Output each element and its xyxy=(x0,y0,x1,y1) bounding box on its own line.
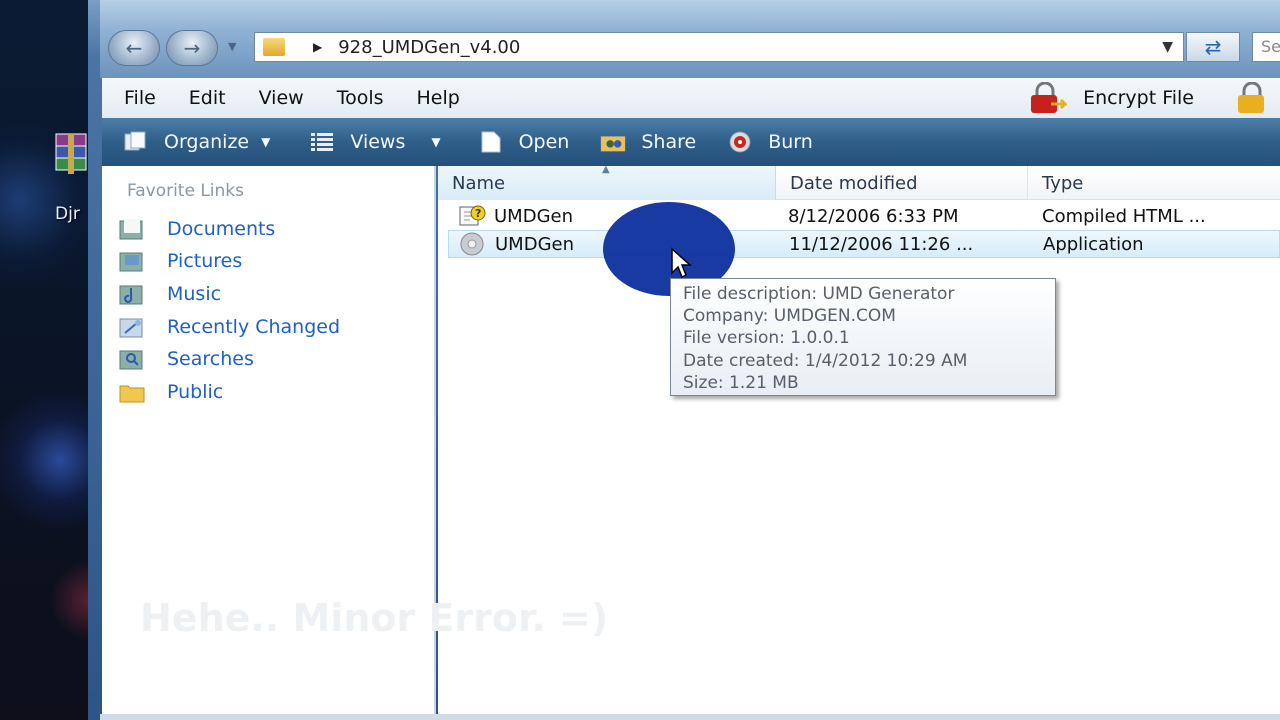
sort-arrow-icon: ▲ xyxy=(602,164,610,175)
nav-link-label: Recently Changed xyxy=(167,316,341,338)
column-name-label: Name xyxy=(452,172,506,194)
tooltip-description: File description: UMD Generator xyxy=(683,284,955,304)
chevron-down-icon: ▼ xyxy=(431,135,441,149)
nav-link-recently-changed[interactable]: Recently Changed xyxy=(116,312,340,342)
encrypt-file-button[interactable]: Encrypt File xyxy=(1027,82,1194,114)
window-bottom-edge xyxy=(100,714,1280,720)
file-type: Application xyxy=(1043,233,1144,255)
breadcrumb-arrow-icon[interactable]: ▶ xyxy=(313,40,322,54)
application-icon xyxy=(455,232,489,256)
recently-changed-icon xyxy=(116,314,148,340)
file-row-selected[interactable]: UMDGen 11/12/2006 11:26 ... Application xyxy=(448,230,1280,258)
desktop-icon-label[interactable]: Djr xyxy=(55,204,80,224)
encrypt-file-label: Encrypt File xyxy=(1083,87,1194,109)
back-arrow-icon: ← xyxy=(125,36,143,60)
open-button[interactable]: Open xyxy=(477,130,570,154)
forward-arrow-icon: → xyxy=(183,36,201,60)
command-toolbar: Organize ▼ Views ▼ Open Share Burn xyxy=(102,118,1280,166)
views-icon xyxy=(308,130,336,154)
tooltip-date-created: Date created: 1/4/2012 10:29 AM xyxy=(683,350,968,371)
desktop-background: Djr xyxy=(0,0,100,720)
open-label: Open xyxy=(518,131,570,153)
column-type-label: Type xyxy=(1042,172,1084,194)
file-info-tooltip: File description: UMD Generator Company:… xyxy=(670,278,1056,396)
tooltip-version: File version: 1.0.0.1 xyxy=(683,328,850,349)
burn-button[interactable]: Burn xyxy=(726,130,813,154)
share-label: Share xyxy=(641,131,697,153)
chevron-down-icon: ▼ xyxy=(261,135,271,149)
nav-link-searches[interactable]: Searches xyxy=(116,344,254,374)
share-button[interactable]: Share xyxy=(599,130,696,154)
pictures-icon xyxy=(116,248,148,274)
lock-icon xyxy=(1031,82,1068,113)
tooltip-company: Company: UMDGEN.COM xyxy=(683,306,896,327)
public-folder-icon xyxy=(116,379,148,405)
decrypt-lock-icon[interactable] xyxy=(1232,82,1276,114)
nav-link-music[interactable]: Music xyxy=(116,279,221,309)
video-caption-watermark: Hehe.. Minor Error. =) xyxy=(140,596,609,640)
tooltip-size: Size: 1.21 MB xyxy=(683,372,799,393)
search-input[interactable]: Se xyxy=(1252,32,1280,62)
menu-tools[interactable]: Tools xyxy=(337,87,384,109)
nav-link-pictures[interactable]: Pictures xyxy=(116,246,242,276)
burn-label: Burn xyxy=(768,131,813,153)
refresh-button[interactable]: ⇄ xyxy=(1186,32,1240,62)
documents-icon xyxy=(116,216,148,242)
address-bar[interactable]: ▶ 928_UMDGen_v4.00 ▼ xyxy=(254,32,1184,62)
views-label: Views xyxy=(350,131,406,153)
organize-label: Organize xyxy=(164,131,250,153)
burn-icon xyxy=(726,130,754,154)
nav-link-label: Pictures xyxy=(167,250,243,272)
mouse-cursor-icon xyxy=(671,247,692,279)
music-icon xyxy=(116,281,148,307)
recent-pages-dropdown[interactable]: ▼ xyxy=(228,40,236,53)
menu-help[interactable]: Help xyxy=(417,87,460,109)
open-icon xyxy=(477,130,505,154)
help-file-icon: ? xyxy=(454,204,488,228)
nav-link-label: Documents xyxy=(167,218,276,240)
menu-file[interactable]: File xyxy=(124,87,156,109)
nav-link-public[interactable]: Public xyxy=(116,377,223,407)
svg-text:?: ? xyxy=(475,207,481,220)
address-path[interactable]: 928_UMDGen_v4.00 xyxy=(338,37,520,58)
column-name[interactable]: ▲ Name xyxy=(438,164,776,200)
nav-link-label: Public xyxy=(167,381,224,403)
folder-icon xyxy=(263,38,285,56)
file-date: 11/12/2006 11:26 ... xyxy=(789,233,974,255)
menu-view[interactable]: View xyxy=(259,87,304,109)
column-date-label: Date modified xyxy=(790,172,918,194)
organize-button[interactable]: Organize ▼ xyxy=(122,130,270,154)
searches-icon xyxy=(116,346,148,372)
column-type[interactable]: Type xyxy=(1028,166,1280,200)
forward-button[interactable]: → xyxy=(166,30,218,66)
file-date: 8/12/2006 6:33 PM xyxy=(788,205,959,227)
nav-link-documents[interactable]: Documents xyxy=(116,214,275,244)
column-header-row: ▲ Name Date modified Type xyxy=(438,164,1280,200)
menu-bar: File Edit View Tools Help Encrypt File xyxy=(102,78,1280,118)
share-icon xyxy=(599,130,627,154)
nav-link-label: Music xyxy=(167,283,222,305)
address-dropdown-icon[interactable]: ▼ xyxy=(1162,39,1173,55)
nav-link-label: Searches xyxy=(167,348,254,370)
favorite-links-title: Favorite Links xyxy=(127,181,245,201)
organize-icon xyxy=(122,130,150,154)
column-date-modified[interactable]: Date modified xyxy=(776,166,1028,200)
file-row[interactable]: ? UMDGen 8/12/2006 6:33 PM Compiled HTML… xyxy=(448,202,1280,230)
menu-edit[interactable]: Edit xyxy=(189,87,226,109)
views-button[interactable]: Views ▼ xyxy=(308,130,441,154)
back-button[interactable]: ← xyxy=(108,30,160,66)
winrar-icon[interactable] xyxy=(52,132,90,182)
refresh-icon: ⇄ xyxy=(1204,35,1222,59)
file-type: Compiled HTML ... xyxy=(1042,205,1206,227)
